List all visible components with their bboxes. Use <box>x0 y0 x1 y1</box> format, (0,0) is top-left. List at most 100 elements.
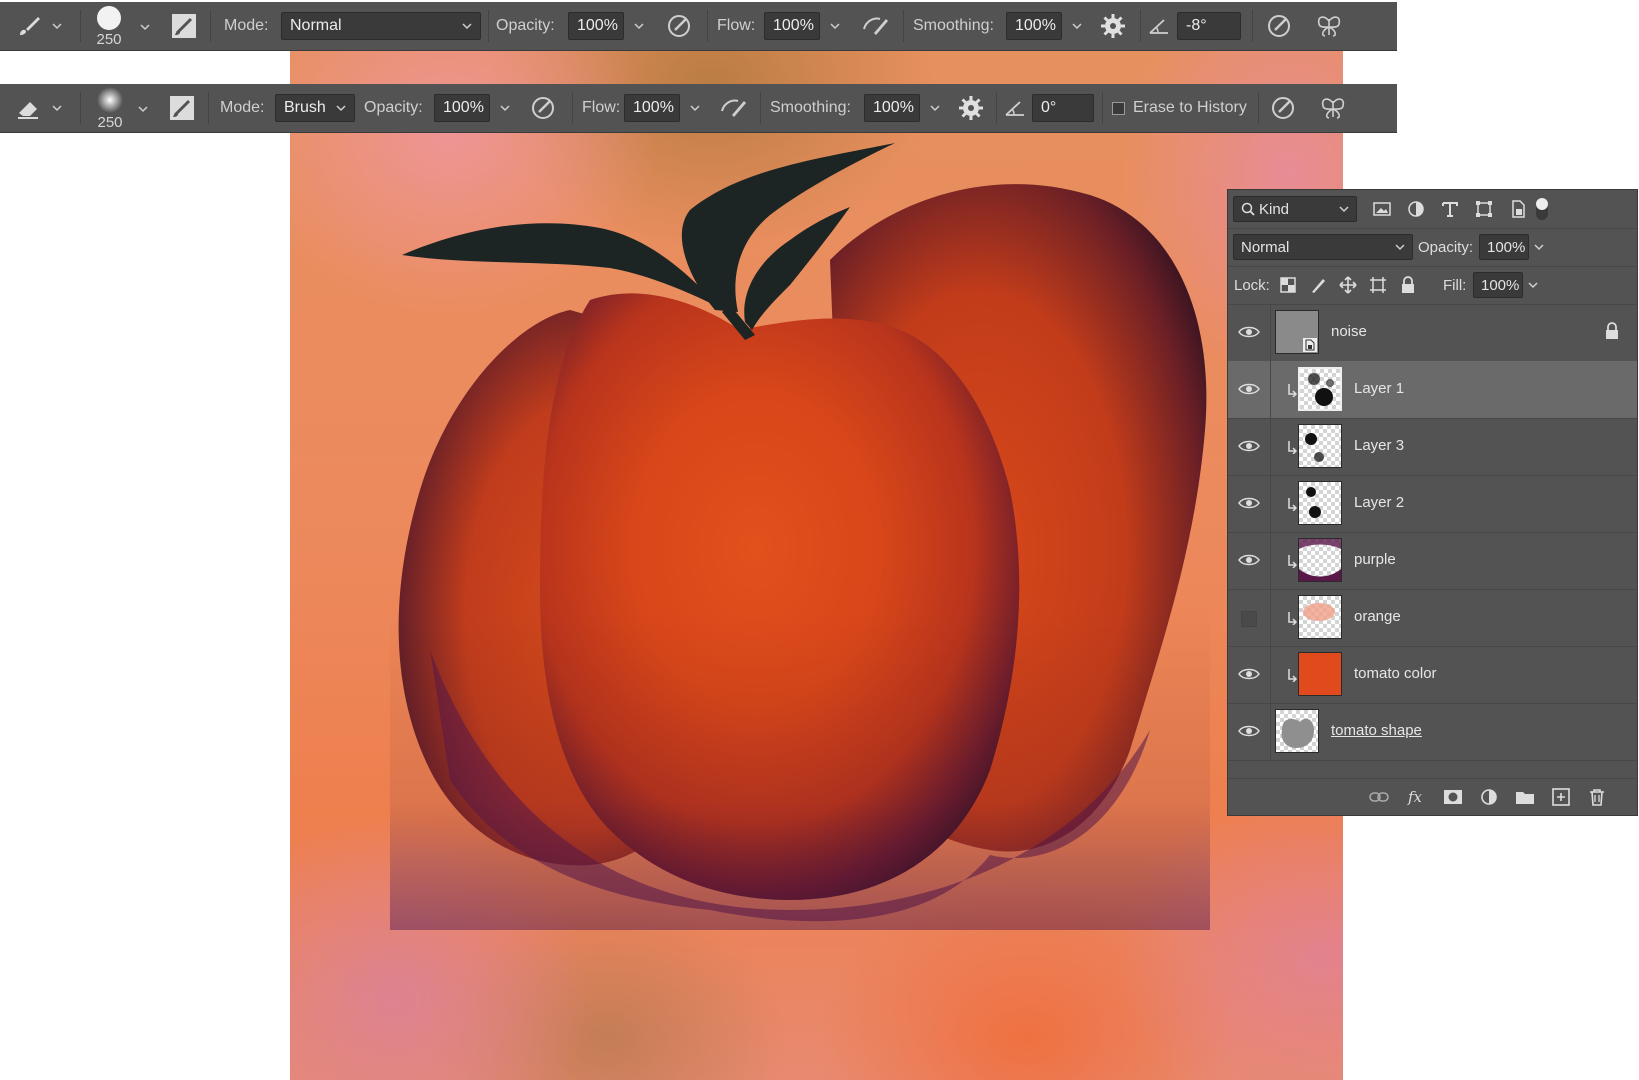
gear-icon <box>959 96 983 120</box>
mask-icon[interactable] <box>1442 787 1464 807</box>
chevron-down-icon[interactable] <box>634 21 644 31</box>
lock-icon <box>1606 322 1618 339</box>
pressure-opacity-toggle[interactable] <box>528 84 558 132</box>
chevron-down-icon[interactable] <box>140 22 150 32</box>
eye-icon[interactable] <box>1238 495 1260 511</box>
eye-icon[interactable] <box>1238 381 1260 397</box>
angle-input[interactable]: 0° <box>1032 94 1094 122</box>
filter-toggle-switch[interactable] <box>1536 198 1548 220</box>
eye-icon[interactable] <box>1238 552 1260 568</box>
eye-icon[interactable] <box>1238 723 1260 739</box>
type-filter-icon[interactable] <box>1440 199 1460 219</box>
layer-name[interactable]: tomato shape <box>1331 722 1422 739</box>
eye-icon[interactable] <box>1238 324 1260 340</box>
link-icon[interactable] <box>1368 787 1390 807</box>
layer-row-layer-2[interactable]: Layer 2 <box>1228 475 1637 533</box>
fill-input[interactable]: 100% <box>1473 272 1523 298</box>
lock-pixels-icon[interactable] <box>1308 275 1328 295</box>
layer-row-tomato-shape[interactable]: tomato shape <box>1228 703 1637 761</box>
pressure-size-toggle[interactable] <box>1264 2 1294 50</box>
smoothing-options-button[interactable] <box>1100 2 1126 50</box>
blend-row: Normal Opacity: 100% <box>1228 228 1637 267</box>
clipping-arrow-icon <box>1288 612 1298 625</box>
smoothing-input[interactable]: 100% <box>864 94 920 122</box>
canvas-artwork[interactable] <box>290 50 1343 1080</box>
lock-label: Lock: <box>1234 277 1270 294</box>
smart-object-filter-icon[interactable] <box>1508 199 1528 219</box>
brush-settings-toggle[interactable] <box>168 84 196 132</box>
layer-name[interactable]: tomato color <box>1354 665 1437 682</box>
eye-icon[interactable] <box>1238 666 1260 682</box>
opacity-input[interactable]: 100% <box>568 12 624 40</box>
adjustment-icon[interactable] <box>1478 787 1500 807</box>
lock-transparency-icon[interactable] <box>1278 275 1298 295</box>
pixel-layer-filter-icon[interactable] <box>1372 199 1392 219</box>
brush-size-picker[interactable]: 250 <box>96 2 122 50</box>
chevron-down-icon[interactable] <box>1528 280 1538 290</box>
brush-icon <box>20 17 40 35</box>
chevron-down-icon[interactable] <box>1072 21 1082 31</box>
fx-icon[interactable]: fx <box>1406 787 1428 807</box>
layer-name[interactable]: Layer 3 <box>1354 437 1404 454</box>
airbrush-toggle[interactable] <box>860 2 892 50</box>
layer-name[interactable]: Layer 2 <box>1354 494 1404 511</box>
shape-filter-icon[interactable] <box>1474 199 1494 219</box>
lock-position-icon[interactable] <box>1338 275 1358 295</box>
layer-name[interactable]: Layer 1 <box>1354 380 1404 397</box>
airbrush-toggle[interactable] <box>718 84 750 132</box>
smart-object-badge-icon <box>1303 338 1317 352</box>
checkbox-box[interactable] <box>1112 101 1125 115</box>
flow-value: 100% <box>633 99 674 116</box>
adjustment-filter-icon[interactable] <box>1406 199 1426 219</box>
blend-mode-select[interactable]: Normal <box>1233 234 1413 260</box>
chevron-down-icon[interactable] <box>830 21 840 31</box>
layer-name[interactable]: noise <box>1331 323 1367 340</box>
angle-icon <box>1005 101 1024 116</box>
eraser-tool-preset[interactable] <box>14 84 62 132</box>
chevron-down-icon[interactable] <box>690 103 700 113</box>
trash-icon[interactable] <box>1586 787 1608 807</box>
chevron-down-icon[interactable] <box>1534 242 1544 252</box>
layer-row-noise[interactable]: noise <box>1228 304 1637 362</box>
brush-tool-preset[interactable] <box>14 2 62 50</box>
lock-artboard-icon[interactable] <box>1368 275 1388 295</box>
pressure-size-toggle[interactable] <box>1268 84 1298 132</box>
chevron-down-icon[interactable] <box>500 103 510 113</box>
symmetry-button[interactable] <box>1318 84 1348 132</box>
eye-icon[interactable] <box>1238 438 1260 454</box>
symmetry-button[interactable] <box>1314 2 1344 50</box>
opacity-input[interactable]: 100% <box>434 94 490 122</box>
eraser-size-picker[interactable]: 250 <box>96 84 124 132</box>
pressure-opacity-toggle[interactable] <box>664 2 694 50</box>
flow-input[interactable]: 100% <box>624 94 680 122</box>
search-icon <box>1241 202 1255 216</box>
new-layer-icon[interactable] <box>1550 787 1572 807</box>
folder-icon[interactable] <box>1514 787 1536 807</box>
flow-input[interactable]: 100% <box>764 12 820 40</box>
chevron-down-icon[interactable] <box>930 103 940 113</box>
layer-thumbnail <box>1275 709 1319 753</box>
layer-row-purple[interactable]: purple <box>1228 532 1637 590</box>
angle-input[interactable]: -8° <box>1177 12 1241 40</box>
erase-to-history-checkbox[interactable]: Erase to History <box>1112 84 1247 132</box>
layer-opacity-value: 100% <box>1487 238 1526 256</box>
layer-opacity-input[interactable]: 100% <box>1479 234 1529 260</box>
visibility-toggle-off[interactable] <box>1241 611 1257 627</box>
layer-row-layer-1[interactable]: Layer 1 <box>1228 361 1637 419</box>
smoothing-options-button[interactable] <box>958 84 984 132</box>
filter-kind-select[interactable]: Kind <box>1233 196 1357 222</box>
layer-thumbnail <box>1298 652 1342 696</box>
svg-text:fx: fx <box>1407 788 1423 806</box>
chevron-down-icon <box>52 23 62 30</box>
layer-row-tomato-color[interactable]: tomato color <box>1228 646 1637 704</box>
brush-settings-toggle[interactable] <box>170 2 198 50</box>
lock-all-icon[interactable] <box>1398 275 1418 295</box>
layer-name[interactable]: orange <box>1354 608 1401 625</box>
mode-select[interactable]: Brush <box>275 94 355 122</box>
layer-name[interactable]: purple <box>1354 551 1396 568</box>
chevron-down-icon[interactable] <box>138 104 148 114</box>
mode-select[interactable]: Normal <box>281 12 481 40</box>
layer-row-orange[interactable]: orange <box>1228 589 1637 647</box>
layer-row-layer-3[interactable]: Layer 3 <box>1228 418 1637 476</box>
smoothing-input[interactable]: 100% <box>1006 12 1062 40</box>
